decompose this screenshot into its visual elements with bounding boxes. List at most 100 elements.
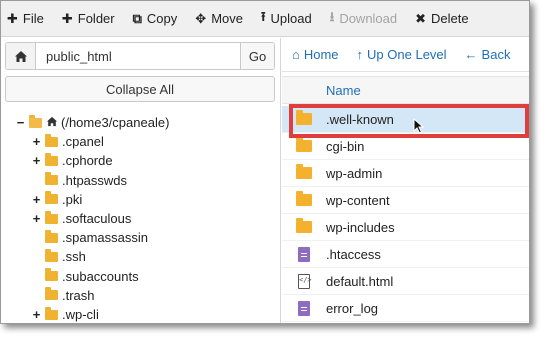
- up-one-level-link[interactable]: ↑ Up One Level: [357, 47, 447, 62]
- tree-item[interactable]: .htpasswds: [31, 171, 127, 190]
- move-label: Move: [211, 11, 243, 26]
- file-list-pane: ⌂ Home ↑ Up One Level ← Back Name .well-…: [282, 38, 529, 323]
- delete-label: Delete: [431, 11, 469, 26]
- tree-item-label: .htpasswds: [62, 172, 128, 188]
- tree-item[interactable]: + .wp-cli: [31, 305, 99, 323]
- move-arrows-icon: ✥: [195, 10, 207, 26]
- file-name: default.html: [326, 273, 394, 289]
- tree-item-label: (/home3/cpaneale): [61, 115, 170, 131]
- tree-item-label: .softaculous: [62, 211, 132, 227]
- text-file-icon: [298, 300, 310, 316]
- copy-label: Copy: [146, 11, 178, 26]
- upload-label: Upload: [270, 11, 312, 26]
- new-folder-label: Folder: [77, 11, 115, 26]
- tree-item[interactable]: .spamassassin: [31, 228, 148, 247]
- folder-icon: [45, 268, 58, 282]
- mouse-pointer-icon: [413, 118, 425, 134]
- file-name: wp-content: [326, 192, 390, 208]
- upload-icon: ⭱: [260, 8, 266, 24]
- expand-toggle-icon[interactable]: +: [31, 153, 42, 168]
- download-label: Download: [339, 11, 398, 26]
- folder-icon: [45, 210, 58, 224]
- tree-item[interactable]: .trash: [31, 286, 95, 305]
- file-row[interactable]: </> default.html: [282, 268, 529, 295]
- home-directory-button[interactable]: [6, 43, 36, 69]
- tree-item[interactable]: .subaccounts: [31, 267, 139, 286]
- file-row[interactable]: wp-includes: [282, 214, 529, 241]
- file-icon-cell: [282, 110, 326, 125]
- new-file-button[interactable]: ✚ File: [7, 11, 44, 27]
- folder-icon: [45, 152, 58, 166]
- file-name: error_log: [326, 300, 379, 316]
- code-file-icon: </>: [298, 273, 312, 289]
- tree-item[interactable]: + .cpanel: [31, 132, 104, 151]
- file-icon-cell: [282, 218, 326, 233]
- folder-icon: [45, 133, 58, 147]
- back-link-label: Back: [481, 47, 511, 62]
- file-row[interactable]: .htaccess: [282, 241, 529, 268]
- name-column-label: Name: [326, 82, 361, 98]
- folder-icon: [296, 137, 312, 152]
- file-row[interactable]: cgi-bin: [282, 133, 529, 160]
- back-link[interactable]: ← Back: [465, 47, 511, 62]
- new-folder-button[interactable]: ✚ Folder: [62, 11, 115, 27]
- folder-open-icon: [29, 114, 42, 128]
- arrow-left-icon: ←: [464, 47, 478, 62]
- file-row[interactable]: error_log: [282, 295, 529, 322]
- folder-icon: [296, 218, 312, 233]
- folder-icon: [45, 248, 58, 262]
- tree-item[interactable]: + .softaculous: [31, 209, 131, 228]
- tree-item[interactable]: − (/home3/cpaneale): [15, 113, 169, 132]
- expand-toggle-icon[interactable]: +: [31, 307, 42, 322]
- file-icon-cell: [282, 164, 326, 179]
- folder-icon: [296, 164, 312, 179]
- file-name: cgi-bin: [326, 138, 365, 154]
- toolbar: ✚ File ✚ Folder ⧉ Copy ✥ Move ⭱ Upload ⭳…: [1, 1, 529, 37]
- close-icon: ✖: [415, 10, 427, 26]
- path-bar: Go: [5, 42, 275, 70]
- tree-item[interactable]: + .cphorde: [31, 151, 113, 170]
- file-manager-window: ✚ File ✚ Folder ⧉ Copy ✥ Move ⭱ Upload ⭳…: [0, 0, 530, 324]
- file-icon-cell: </>: [282, 273, 326, 289]
- file-row[interactable]: wp-content: [282, 187, 529, 214]
- file-name: wp-admin: [326, 165, 383, 181]
- file-row[interactable]: .well-known: [282, 106, 529, 133]
- copy-button[interactable]: ⧉ Copy: [133, 11, 178, 27]
- folder-icon: [45, 172, 58, 186]
- name-column-header[interactable]: Name: [282, 76, 529, 104]
- download-icon: ⭳: [329, 8, 335, 24]
- folder-icon: [45, 229, 58, 243]
- new-file-label: File: [22, 11, 44, 26]
- file-row[interactable]: wp-admin: [282, 160, 529, 187]
- tree-item-label: .cphorde: [62, 153, 113, 169]
- tree-item-label: .cpanel: [62, 134, 104, 150]
- folder-icon: [45, 306, 58, 320]
- tree-item-label: .spamassassin: [62, 230, 148, 246]
- tree-item[interactable]: .ssh: [31, 247, 86, 266]
- go-button[interactable]: Go: [240, 43, 274, 69]
- file-name: wp-includes: [326, 219, 395, 235]
- plus-icon: ✚: [61, 10, 73, 26]
- download-button[interactable]: ⭳ Download: [330, 8, 397, 30]
- file-name: .well-known: [326, 111, 394, 127]
- delete-button[interactable]: ✖ Delete: [415, 11, 468, 27]
- move-button[interactable]: ✥ Move: [195, 11, 243, 27]
- plus-icon: ✚: [7, 10, 18, 26]
- upload-button[interactable]: ⭱ Upload: [261, 8, 312, 30]
- home-icon: ⌂: [292, 47, 300, 62]
- collapse-all-button[interactable]: Collapse All: [5, 76, 275, 102]
- expand-toggle-icon[interactable]: +: [31, 134, 42, 149]
- home-icon: [46, 115, 58, 130]
- level-up-icon: ↑: [356, 47, 364, 62]
- expand-toggle-icon[interactable]: +: [31, 192, 42, 207]
- path-input[interactable]: [36, 43, 240, 69]
- collapse-toggle-icon[interactable]: −: [15, 115, 26, 130]
- home-link[interactable]: ⌂ Home: [292, 47, 339, 62]
- tree-item-label: .subaccounts: [62, 268, 139, 284]
- directory-tree-pane: Go Collapse All − (/home3/cpaneale) + .cpan…: [1, 38, 281, 323]
- tree-item[interactable]: + .pki: [31, 190, 82, 209]
- expand-toggle-icon[interactable]: +: [31, 211, 42, 226]
- tree-item-label: .pki: [62, 191, 83, 207]
- copy-icon: ⧉: [132, 10, 142, 26]
- folder-icon: [296, 110, 312, 125]
